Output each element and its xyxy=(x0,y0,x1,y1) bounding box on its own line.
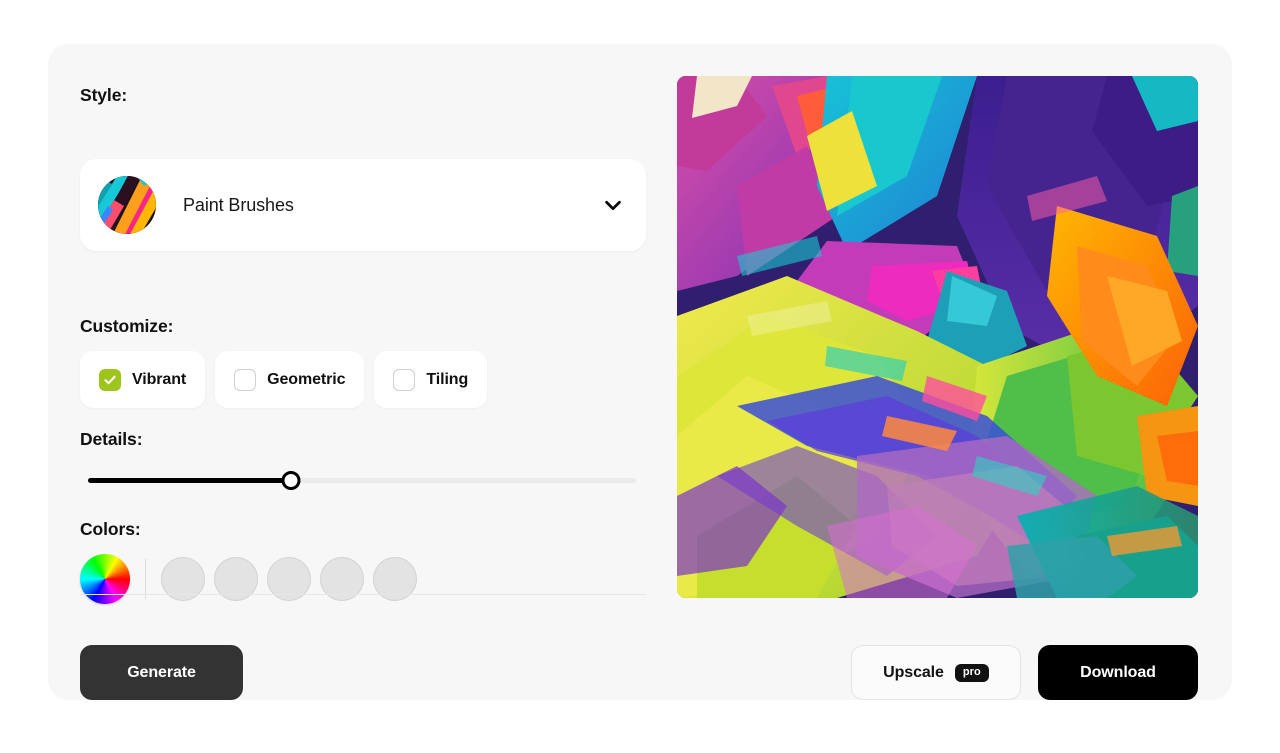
customize-option-label: Tiling xyxy=(426,370,469,388)
customize-option-label: Vibrant xyxy=(132,370,187,388)
generate-button[interactable]: Generate xyxy=(80,645,243,700)
slider-fill xyxy=(88,478,291,483)
pro-badge: pro xyxy=(954,663,989,682)
customize-option-label: Geometric xyxy=(267,370,346,388)
vibrant-checkbox[interactable] xyxy=(99,368,121,391)
slider-thumb[interactable] xyxy=(281,471,301,490)
details-slider[interactable] xyxy=(88,471,636,490)
colors-row xyxy=(80,554,417,604)
customize-label: Customize: xyxy=(80,316,174,336)
generator-card: Style: Paint Brushes Customize: Vibrant … xyxy=(48,44,1232,700)
style-label: Style: xyxy=(80,85,128,105)
preview-panel: Upscale pro Download xyxy=(677,76,1198,700)
colors-divider xyxy=(145,559,146,599)
colors-label: Colors: xyxy=(80,519,141,539)
customize-options: Vibrant Geometric Tiling xyxy=(80,351,488,408)
customize-option-vibrant[interactable]: Vibrant xyxy=(80,351,206,408)
paint-brushes-thumbnail-icon xyxy=(98,176,156,234)
artwork-preview-image[interactable] xyxy=(677,76,1198,598)
customize-option-geometric[interactable]: Geometric xyxy=(215,351,365,408)
style-select[interactable]: Paint Brushes xyxy=(80,159,646,251)
panel-divider xyxy=(80,594,646,595)
controls-panel: Style: Paint Brushes Customize: Vibrant … xyxy=(80,76,646,700)
style-select-value: Paint Brushes xyxy=(183,194,294,215)
preview-actions: Upscale pro Download xyxy=(851,645,1198,700)
details-label: Details: xyxy=(80,429,143,449)
geometric-checkbox[interactable] xyxy=(234,368,257,391)
tiling-checkbox[interactable] xyxy=(393,368,416,391)
chevron-down-icon[interactable] xyxy=(602,194,624,216)
upscale-button[interactable]: Upscale pro xyxy=(851,645,1021,700)
upscale-label: Upscale xyxy=(883,663,944,681)
color-wheel-icon[interactable] xyxy=(80,554,130,604)
customize-option-tiling[interactable]: Tiling xyxy=(374,351,488,408)
download-button[interactable]: Download xyxy=(1038,645,1198,700)
check-icon xyxy=(104,375,116,384)
